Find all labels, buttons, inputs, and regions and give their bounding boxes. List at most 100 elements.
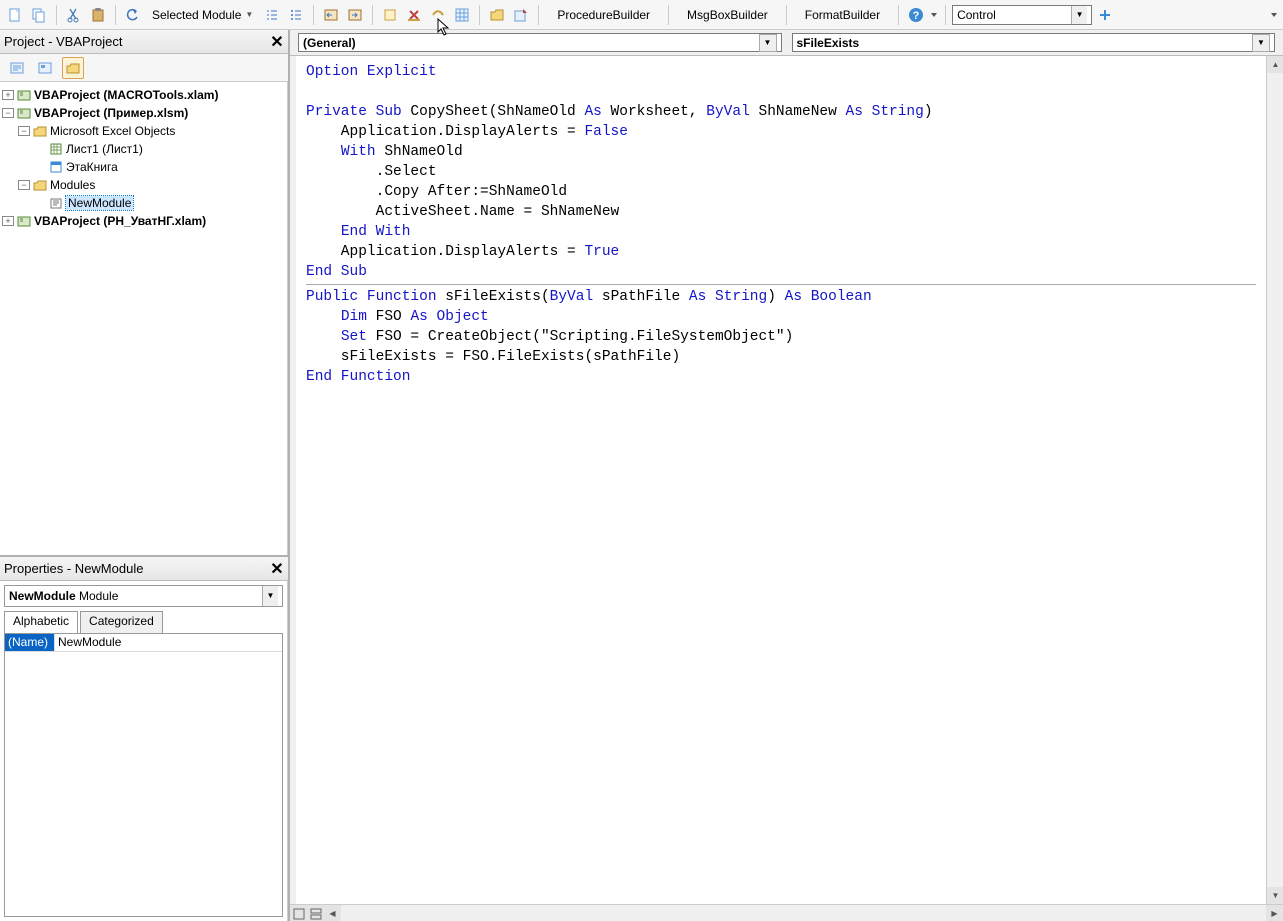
left-column: Project - VBAProject ✕ + VBAProject (MAC… bbox=[0, 30, 288, 921]
close-icon[interactable]: ✕ bbox=[266, 31, 288, 53]
folder-icon[interactable] bbox=[486, 4, 508, 26]
project-tree[interactable]: + VBAProject (MACROTools.xlam) − VBAProj… bbox=[0, 82, 288, 555]
folder-icon bbox=[32, 125, 48, 137]
indent-left-icon[interactable] bbox=[320, 4, 342, 26]
object-combo[interactable]: (General) ▼ bbox=[298, 33, 782, 52]
separator bbox=[115, 5, 116, 25]
collapse-icon[interactable]: − bbox=[2, 108, 14, 118]
property-value[interactable]: NewModule bbox=[55, 634, 282, 651]
scroll-down-icon[interactable]: ▼ bbox=[1267, 887, 1283, 904]
procedure-builder-button[interactable]: ProcedureBuilder bbox=[545, 2, 662, 28]
project-icon bbox=[16, 106, 32, 120]
separator bbox=[668, 5, 669, 25]
property-name: (Name) bbox=[5, 634, 55, 651]
properties-object-combo[interactable]: NewModule Module ▼ bbox=[4, 585, 283, 607]
export-icon[interactable] bbox=[510, 4, 532, 26]
separator bbox=[313, 5, 314, 25]
view-code-icon[interactable] bbox=[6, 57, 28, 79]
module-icon bbox=[48, 196, 64, 210]
scope-label: Selected Module bbox=[152, 8, 241, 22]
properties-tabs: Alphabetic Categorized bbox=[0, 611, 287, 633]
chevron-down-icon: ▼ bbox=[1252, 34, 1270, 52]
expand-icon[interactable]: + bbox=[2, 90, 14, 100]
tree-module[interactable]: NewModule bbox=[2, 194, 285, 212]
help-icon[interactable]: ? bbox=[905, 4, 927, 26]
tree-workbook[interactable]: ЭтаКнига bbox=[2, 158, 285, 176]
indent-right-icon[interactable] bbox=[344, 4, 366, 26]
list-num-icon[interactable] bbox=[261, 4, 283, 26]
tree-project-3[interactable]: + VBAProject (РН_УватНГ.xlam) bbox=[2, 212, 285, 230]
toggle-folders-icon[interactable] bbox=[62, 57, 84, 79]
overflow-end-icon[interactable] bbox=[1269, 4, 1279, 26]
paste-icon[interactable] bbox=[87, 4, 109, 26]
tab-alphabetic[interactable]: Alphabetic bbox=[4, 611, 78, 633]
tree-project-1[interactable]: + VBAProject (MACROTools.xlam) bbox=[2, 86, 285, 104]
separator bbox=[898, 5, 899, 25]
code-combos: (General) ▼ sFileExists ▼ bbox=[290, 30, 1283, 56]
separator bbox=[56, 5, 57, 25]
chevron-down-icon: ▼ bbox=[759, 34, 777, 52]
tool-arrow-icon[interactable] bbox=[427, 4, 449, 26]
properties-panel-header: Properties - NewModule ✕ bbox=[0, 557, 288, 581]
separator bbox=[786, 5, 787, 25]
msgbox-builder-button[interactable]: MsgBoxBuilder bbox=[675, 2, 780, 28]
worksheet-icon bbox=[48, 142, 64, 156]
overflow-icon[interactable] bbox=[929, 4, 939, 26]
code-editor[interactable]: Option Explicit Private Sub CopySheet(Sh… bbox=[290, 56, 1283, 921]
horizontal-scrollbar[interactable]: ◀ ▶ bbox=[290, 904, 1283, 921]
workbook-icon bbox=[48, 160, 64, 174]
add-icon[interactable] bbox=[1094, 4, 1116, 26]
code-content[interactable]: Option Explicit Private Sub CopySheet(Sh… bbox=[290, 56, 1266, 904]
properties-grid[interactable]: (Name) NewModule bbox=[4, 633, 283, 917]
scroll-up-icon[interactable]: ▲ bbox=[1267, 56, 1283, 73]
properties-panel: Properties - NewModule ✕ NewModule Modul… bbox=[0, 555, 288, 921]
view-proc-icon[interactable] bbox=[307, 905, 324, 921]
scroll-left-icon[interactable]: ◀ bbox=[324, 905, 341, 921]
properties-body: NewModule Module ▼ Alphabetic Categorize… bbox=[0, 581, 288, 921]
main-toolbar: Selected Module ▼ ProcedureBuilder MsgBo… bbox=[0, 0, 1283, 30]
main-area: Project - VBAProject ✕ + VBAProject (MAC… bbox=[0, 30, 1283, 921]
tool-x-icon[interactable] bbox=[403, 4, 425, 26]
chevron-down-icon: ▼ bbox=[262, 586, 278, 606]
svg-text:?: ? bbox=[913, 10, 920, 22]
properties-panel-title: Properties - NewModule bbox=[4, 561, 143, 576]
collapse-icon[interactable]: − bbox=[18, 180, 30, 190]
project-panel: Project - VBAProject ✕ + VBAProject (MAC… bbox=[0, 30, 288, 555]
cut-icon[interactable] bbox=[63, 4, 85, 26]
project-icon bbox=[16, 88, 32, 102]
tab-categorized[interactable]: Categorized bbox=[80, 611, 163, 633]
project-panel-header: Project - VBAProject ✕ bbox=[0, 30, 288, 54]
grid-icon[interactable] bbox=[451, 4, 473, 26]
procedure-combo[interactable]: sFileExists ▼ bbox=[792, 33, 1276, 52]
copy-icon[interactable] bbox=[28, 4, 50, 26]
separator bbox=[479, 5, 480, 25]
separator bbox=[945, 5, 946, 25]
view-object-icon[interactable] bbox=[34, 57, 56, 79]
scroll-right-icon[interactable]: ▶ bbox=[1266, 905, 1283, 921]
bookmark-icon[interactable] bbox=[379, 4, 401, 26]
project-toolbar bbox=[0, 54, 288, 82]
chevron-down-icon: ▼ bbox=[245, 10, 253, 19]
project-icon bbox=[16, 214, 32, 228]
code-area: (General) ▼ sFileExists ▼ Option Explici… bbox=[288, 30, 1283, 921]
tree-sheet[interactable]: Лист1 (Лист1) bbox=[2, 140, 285, 158]
tree-folder-objects[interactable]: − Microsoft Excel Objects bbox=[2, 122, 285, 140]
undo-icon[interactable] bbox=[122, 4, 144, 26]
format-builder-button[interactable]: FormatBuilder bbox=[793, 2, 892, 28]
tree-project-2[interactable]: − VBAProject (Пример.xlsm) bbox=[2, 104, 285, 122]
close-icon[interactable]: ✕ bbox=[266, 558, 288, 580]
chevron-down-icon: ▼ bbox=[1071, 6, 1087, 24]
tree-folder-modules[interactable]: − Modules bbox=[2, 176, 285, 194]
folder-icon bbox=[32, 179, 48, 191]
expand-icon[interactable]: + bbox=[2, 216, 14, 226]
new-icon[interactable] bbox=[4, 4, 26, 26]
property-row[interactable]: (Name) NewModule bbox=[5, 634, 282, 652]
collapse-icon[interactable]: − bbox=[18, 126, 30, 136]
view-full-icon[interactable] bbox=[290, 905, 307, 921]
separator bbox=[372, 5, 373, 25]
separator bbox=[538, 5, 539, 25]
list-bullet-icon[interactable] bbox=[285, 4, 307, 26]
control-combo[interactable]: Control ▼ bbox=[952, 5, 1092, 25]
scope-dropdown[interactable]: Selected Module ▼ bbox=[146, 4, 259, 26]
vertical-scrollbar[interactable]: ▲ ▼ bbox=[1266, 56, 1283, 904]
